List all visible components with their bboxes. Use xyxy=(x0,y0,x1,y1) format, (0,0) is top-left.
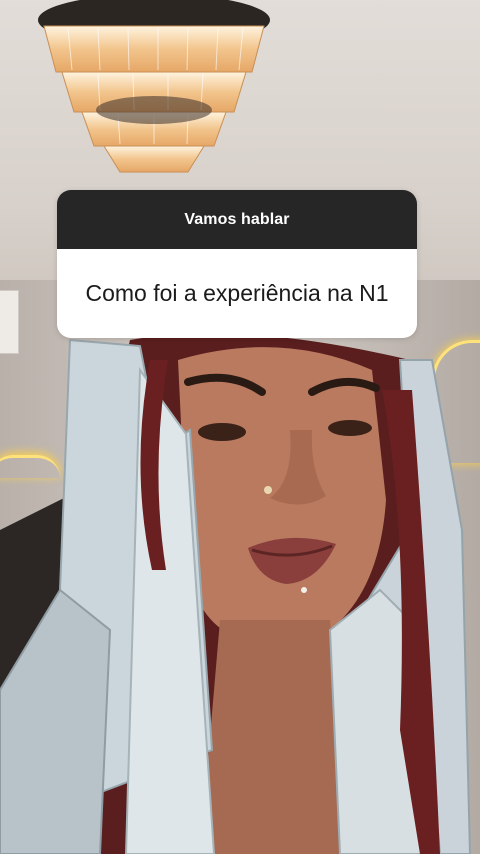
video-background xyxy=(0,0,480,854)
chandelier-image xyxy=(38,0,270,173)
question-sticker-question: Como foi a experiência na N1 xyxy=(57,249,417,338)
question-sticker[interactable]: Vamos hablar Como foi a experiência na N… xyxy=(57,190,417,338)
person-image xyxy=(0,333,472,854)
question-sticker-prompt: Vamos hablar xyxy=(57,190,417,249)
